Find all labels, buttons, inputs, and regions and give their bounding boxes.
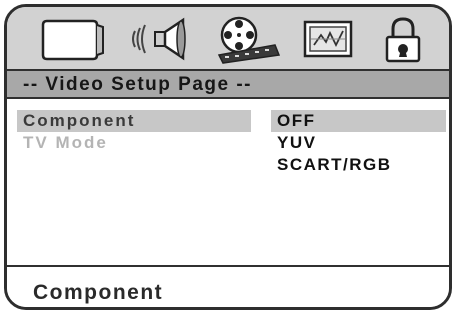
osd-screen: -- Video Setup Page -- Component TV Mode…: [4, 4, 452, 310]
tab-preference[interactable]: [297, 15, 359, 65]
tab-general[interactable]: [37, 15, 107, 65]
menu-item-component[interactable]: Component: [17, 110, 251, 132]
setup-menu: Component TV Mode: [17, 110, 251, 154]
option-off[interactable]: OFF: [271, 110, 446, 132]
speaker-audio-icon: [132, 17, 186, 61]
setup-icon-bar: [7, 7, 449, 71]
film-reel-video-icon: [217, 16, 281, 64]
page-title: -- Video Setup Page --: [7, 71, 449, 99]
option-list: OFF YUV SCART/RGB: [271, 110, 446, 176]
setup-content: Component TV Mode OFF YUV SCART/RGB: [7, 99, 449, 267]
preference-panel-icon: [303, 20, 353, 58]
status-text: Component: [33, 281, 164, 304]
tab-video[interactable]: [209, 15, 285, 65]
tab-password[interactable]: [377, 15, 429, 65]
option-yuv[interactable]: YUV: [271, 132, 446, 154]
tab-audio[interactable]: [125, 15, 195, 65]
tv-screen-icon: [41, 19, 104, 61]
padlock-icon: [385, 17, 421, 63]
option-scart-rgb[interactable]: SCART/RGB: [271, 154, 446, 176]
menu-item-tv-mode[interactable]: TV Mode: [23, 132, 251, 154]
